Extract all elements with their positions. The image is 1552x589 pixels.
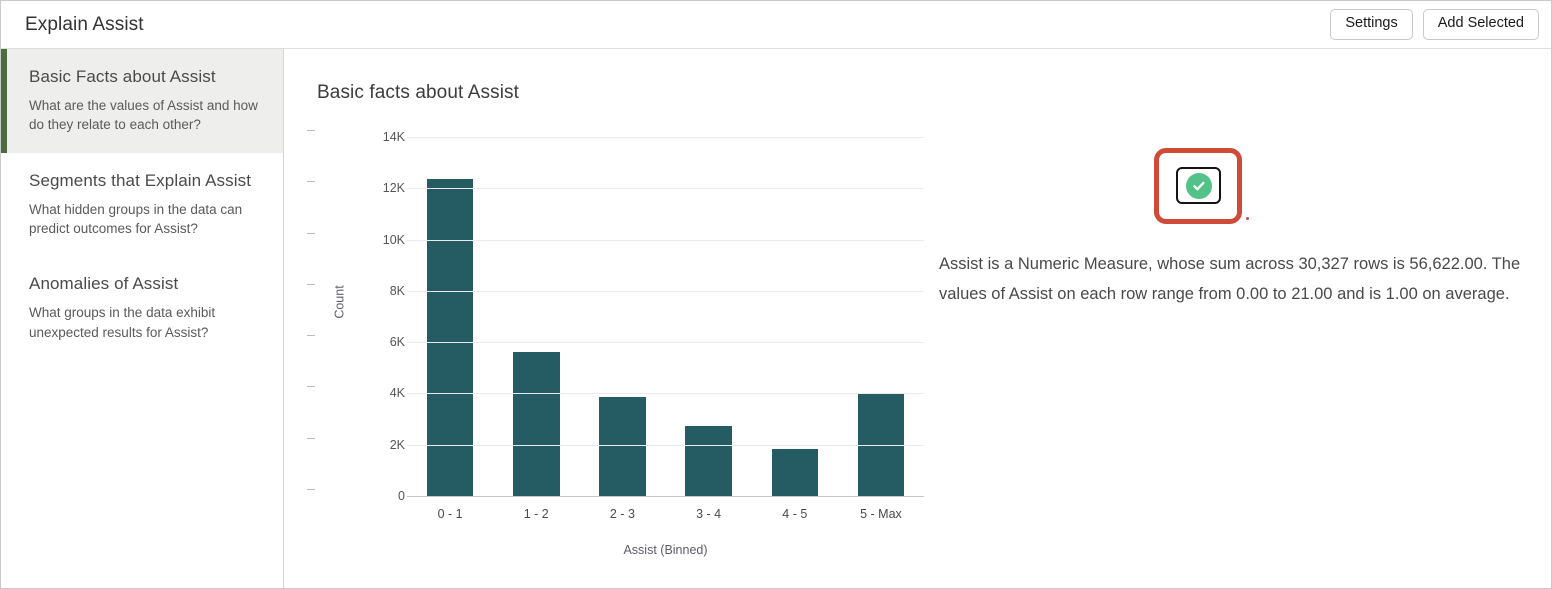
sidebar-item-segments[interactable]: Segments that Explain Assist What hidden…: [1, 153, 283, 257]
highlight-cursor-dot: [1246, 217, 1249, 220]
gridline: [407, 188, 924, 190]
y-axis-tick: 0: [307, 489, 405, 503]
sidebar-item-title: Basic Facts about Assist: [29, 67, 216, 86]
y-axis-tick: 8K: [307, 283, 405, 298]
y-axis-tick-mark: [307, 386, 315, 388]
y-axis-tick: 10K: [307, 232, 405, 247]
gridline: [407, 342, 924, 344]
bar[interactable]: [685, 426, 732, 496]
sidebar-item-title: Anomalies of Assist: [29, 274, 179, 294]
sidebar-item-description: What are the values of Assist and how do…: [29, 98, 258, 133]
check-circle-icon: [1185, 172, 1212, 199]
y-axis-tick-mark: [307, 130, 315, 131]
panel-title: Basic facts about Assist: [317, 82, 519, 103]
narrative-text: Assist is a Numeric Measure, whose sum a…: [939, 255, 1521, 304]
gridline: [407, 444, 924, 446]
y-axis-tick-mark: [307, 489, 315, 490]
y-axis-tick-mark: [307, 232, 315, 234]
sidebar: Basic Facts about Assist What are the va…: [1, 49, 284, 588]
x-axis-tick: 1 - 2: [523, 507, 549, 521]
sidebar-item-description: What groups in the data exhibit unexpect…: [29, 305, 216, 340]
x-axis-tick: 0 - 1: [437, 507, 463, 521]
bar-series: 0 - 1 1 - 2 2 - 3 3 - 4 4 - 5 5 - Max: [407, 137, 924, 521]
sidebar-item-description: What hidden groups in the data can predi…: [29, 201, 243, 236]
y-axis-tick-mark: [307, 335, 315, 337]
app-header: Explain Assist Settings Add Selected: [1, 1, 1551, 49]
y-axis-tick-mark: [307, 181, 315, 183]
plot-area: 0 - 1 1 - 2 2 - 3 3 - 4 4 - 5 5 - Max 0 2K 4K 6K…: [307, 130, 924, 521]
main-content: Basic facts about Assist Count 0 - 11 - …: [285, 49, 1551, 588]
bar-slot: 3 - 4: [666, 137, 752, 521]
x-axis-tick: 3 - 4: [696, 507, 722, 521]
y-axis-tick-mark: [307, 437, 315, 439]
bar-slot: 0 - 1: [407, 137, 493, 521]
bar-slot: 1 - 2: [493, 137, 579, 521]
gridline: [407, 290, 924, 292]
bar[interactable]: [771, 448, 819, 496]
y-axis-tick: 12K: [307, 181, 405, 195]
x-axis-tick: 2 - 3: [609, 507, 635, 521]
y-axis-tick: 6K: [307, 335, 405, 349]
add-selected-button[interactable]: Add Selected: [1422, 9, 1539, 40]
x-axis-tick: 5 - Max: [860, 507, 902, 521]
sidebar-item-basic-facts[interactable]: Basic Facts about Assist What are the va…: [1, 49, 283, 153]
gridline: [407, 393, 924, 395]
bar[interactable]: [426, 179, 474, 496]
y-axis-tick: 4K: [307, 386, 405, 400]
y-axis-tick: 14K: [307, 130, 405, 144]
sidebar-item-anomalies[interactable]: Anomalies of Assist What groups in the d…: [1, 256, 283, 360]
histogram-chart: Count 0 - 11 - 22 - 33 - 44 - 55 - Max 0…: [307, 109, 967, 559]
status-badge[interactable]: [1176, 167, 1221, 204]
x-axis-tick: 4 - 5: [782, 507, 808, 521]
gridline: [407, 496, 924, 497]
bar[interactable]: [512, 352, 560, 496]
y-axis-tick-mark: [307, 283, 315, 285]
x-axis-label: Assist (Binned): [623, 543, 708, 557]
settings-button[interactable]: Settings: [1330, 9, 1413, 40]
explain-assist-window: Explain Assist Settings Add Selected Bas…: [0, 0, 1552, 589]
page-title: Explain Assist: [25, 14, 144, 35]
bar-slot: 2 - 3: [579, 137, 665, 521]
bar-slot: 4 - 5: [752, 137, 838, 521]
gridline: [407, 239, 924, 241]
sidebar-item-title: Segments that Explain Assist: [29, 170, 252, 190]
header-actions: Settings Add Selected: [1330, 9, 1539, 40]
gridline: [407, 137, 924, 138]
bar[interactable]: [599, 396, 646, 496]
y-axis-tick: 2K: [307, 437, 405, 452]
bar-slot: 5 - Max: [838, 137, 924, 521]
